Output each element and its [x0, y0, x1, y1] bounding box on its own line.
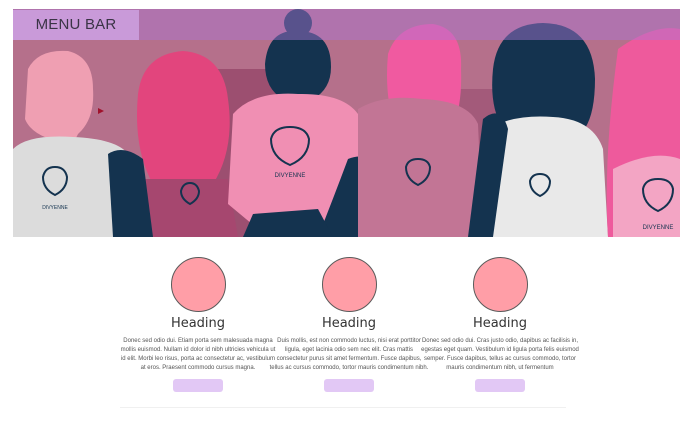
feature-image-placeholder [321, 257, 377, 312]
shirt-badge-text: DIVYENNE [275, 173, 306, 179]
menu-bar-button[interactable]: MENU BAR [13, 10, 139, 40]
card-heading: Heading [321, 316, 377, 331]
card-body-text: Donec sed odio dui. Cras justo odio, dap… [421, 338, 579, 371]
card-button[interactable] [324, 379, 374, 392]
shirt-badge-text: DIVYENNE [42, 205, 68, 211]
hero-illustration: DIVYENNE DIVYENNE DIVYENNE [13, 9, 680, 237]
footer-divider [120, 407, 566, 408]
card-heading: Heading [472, 316, 528, 331]
card-body-text: Donec sed odio dui. Etiam porta sem male… [120, 338, 276, 371]
menu-bar: MENU BAR [13, 9, 680, 40]
feature-card-1: Heading Donec sed odio dui. Etiam porta … [118, 257, 278, 392]
feature-image-placeholder [170, 257, 226, 312]
feature-card-2: Heading Duis mollis, est non commodo luc… [269, 257, 429, 392]
card-button[interactable] [173, 379, 223, 392]
card-button[interactable] [475, 379, 525, 392]
card-heading: Heading [170, 316, 226, 331]
card-body-text: Duis mollis, est non commodo luctus, nis… [269, 338, 429, 371]
hero-banner: DIVYENNE DIVYENNE DIVYENNE MENU BAR [13, 9, 680, 237]
shirt-badge-text: DIVYENNE [643, 225, 674, 231]
feature-card-3: Heading Donec sed odio dui. Cras justo o… [420, 257, 580, 392]
feature-image-placeholder [472, 257, 528, 312]
